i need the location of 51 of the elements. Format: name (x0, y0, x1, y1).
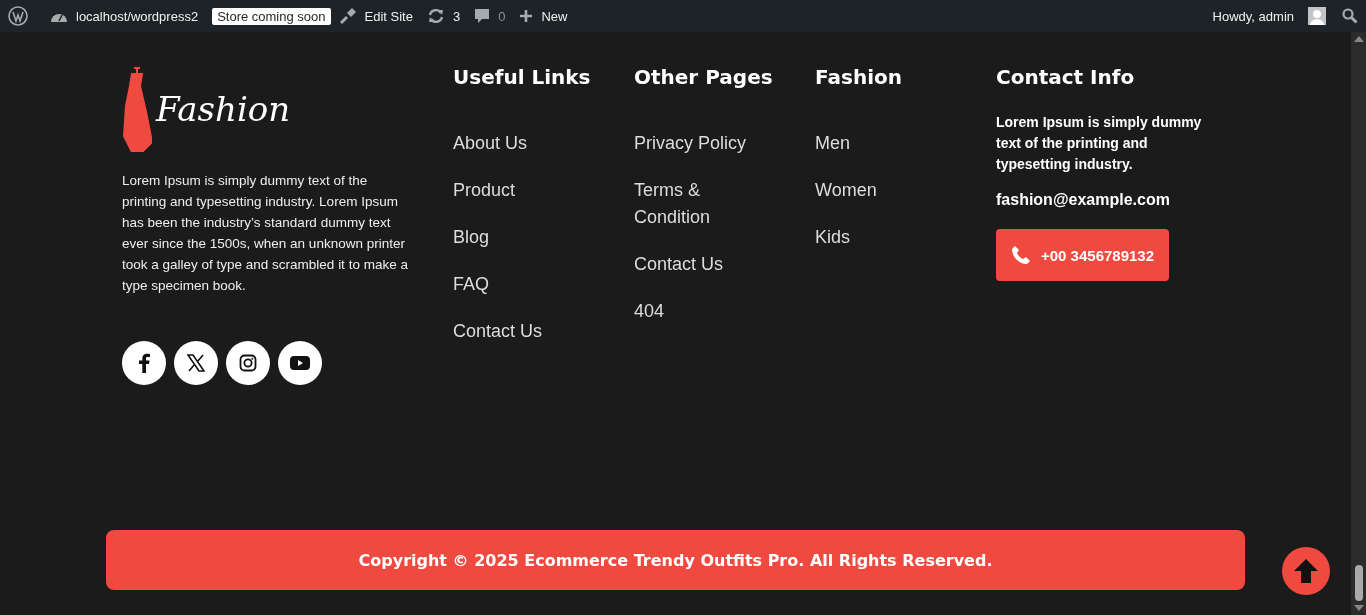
refresh-icon (426, 8, 445, 24)
footer-link[interactable]: FAQ (453, 271, 583, 298)
footer-link[interactable]: Contact Us (634, 251, 764, 278)
youtube-button[interactable] (278, 341, 322, 385)
footer-link[interactable]: About Us (453, 130, 583, 157)
footer-link[interactable]: Kids (815, 224, 945, 251)
wordpress-logo-icon[interactable] (8, 6, 28, 26)
youtube-icon (290, 356, 310, 370)
footer-link[interactable]: Product (453, 177, 583, 204)
footer-link[interactable]: 404 (634, 298, 764, 325)
plus-icon (519, 9, 534, 23)
scroll-up-arrow-icon[interactable] (1353, 36, 1364, 42)
updates-count[interactable]: 3 (452, 8, 461, 24)
back-to-top-button[interactable] (1282, 547, 1330, 595)
comment-icon (474, 8, 491, 24)
facebook-button[interactable] (122, 341, 166, 385)
column-heading: Fashion (815, 66, 902, 88)
column-heading: Other Pages (634, 66, 773, 88)
footer-link[interactable]: Men (815, 130, 945, 157)
about-text: Lorem Ipsum is simply dummy text of the printing and typesetting industry. Lorem Ipsum has been the industry’s standard dummy text ever since the 1500s, when an unknown printer took a galley of type and scrambled it to make a type specimen book. (122, 172, 409, 295)
fashion-logo[interactable]: Fashion (122, 66, 292, 152)
email-link[interactable]: fashion@example.com (996, 191, 1170, 209)
scrollbar[interactable] (1351, 32, 1366, 615)
new-link[interactable]: New (541, 8, 568, 24)
footer-link[interactable]: Women (815, 177, 945, 204)
search-icon[interactable] (1342, 8, 1358, 24)
x-logo-button[interactable] (174, 341, 218, 385)
instagram-icon (239, 354, 257, 372)
arrow-up-icon (1293, 558, 1319, 584)
site-link[interactable]: localhost/wordpress2 (76, 8, 199, 24)
scrollbar-thumb[interactable] (1354, 565, 1363, 601)
store-status-badge[interactable]: Store coming soon (212, 7, 331, 25)
instagram-button[interactable] (226, 341, 270, 385)
facebook-icon (138, 353, 150, 373)
edit-site-link[interactable]: Edit Site (364, 8, 413, 24)
scroll-down-arrow-icon[interactable] (1353, 605, 1364, 611)
brush-icon (338, 7, 357, 25)
phone-button[interactable]: +00 3456789132 (996, 229, 1170, 281)
footer-link[interactable]: Blog (453, 224, 583, 251)
column-heading: Contact Info (996, 66, 1135, 88)
contact-text: Lorem Ipsum is simply dummy text of the printing and typesetting industry. (996, 113, 1203, 174)
x-logo-icon (187, 354, 205, 372)
comments-count[interactable]: 0 (498, 8, 506, 24)
phone-icon (1011, 245, 1031, 265)
copyright-text: Copyright © 2025 Ecommerce Trendy Outfits Pro. All Rights Reserved. (106, 530, 1245, 590)
footer-link[interactable]: Contact Us (453, 318, 583, 345)
avatar-icon (1308, 7, 1326, 25)
column-heading: Useful Links (453, 66, 591, 88)
footer-link[interactable]: Privacy Policy (634, 130, 764, 157)
greeting-link[interactable]: Howdy, admin (1212, 8, 1294, 24)
footer-link[interactable]: Terms & Condition (634, 177, 764, 231)
